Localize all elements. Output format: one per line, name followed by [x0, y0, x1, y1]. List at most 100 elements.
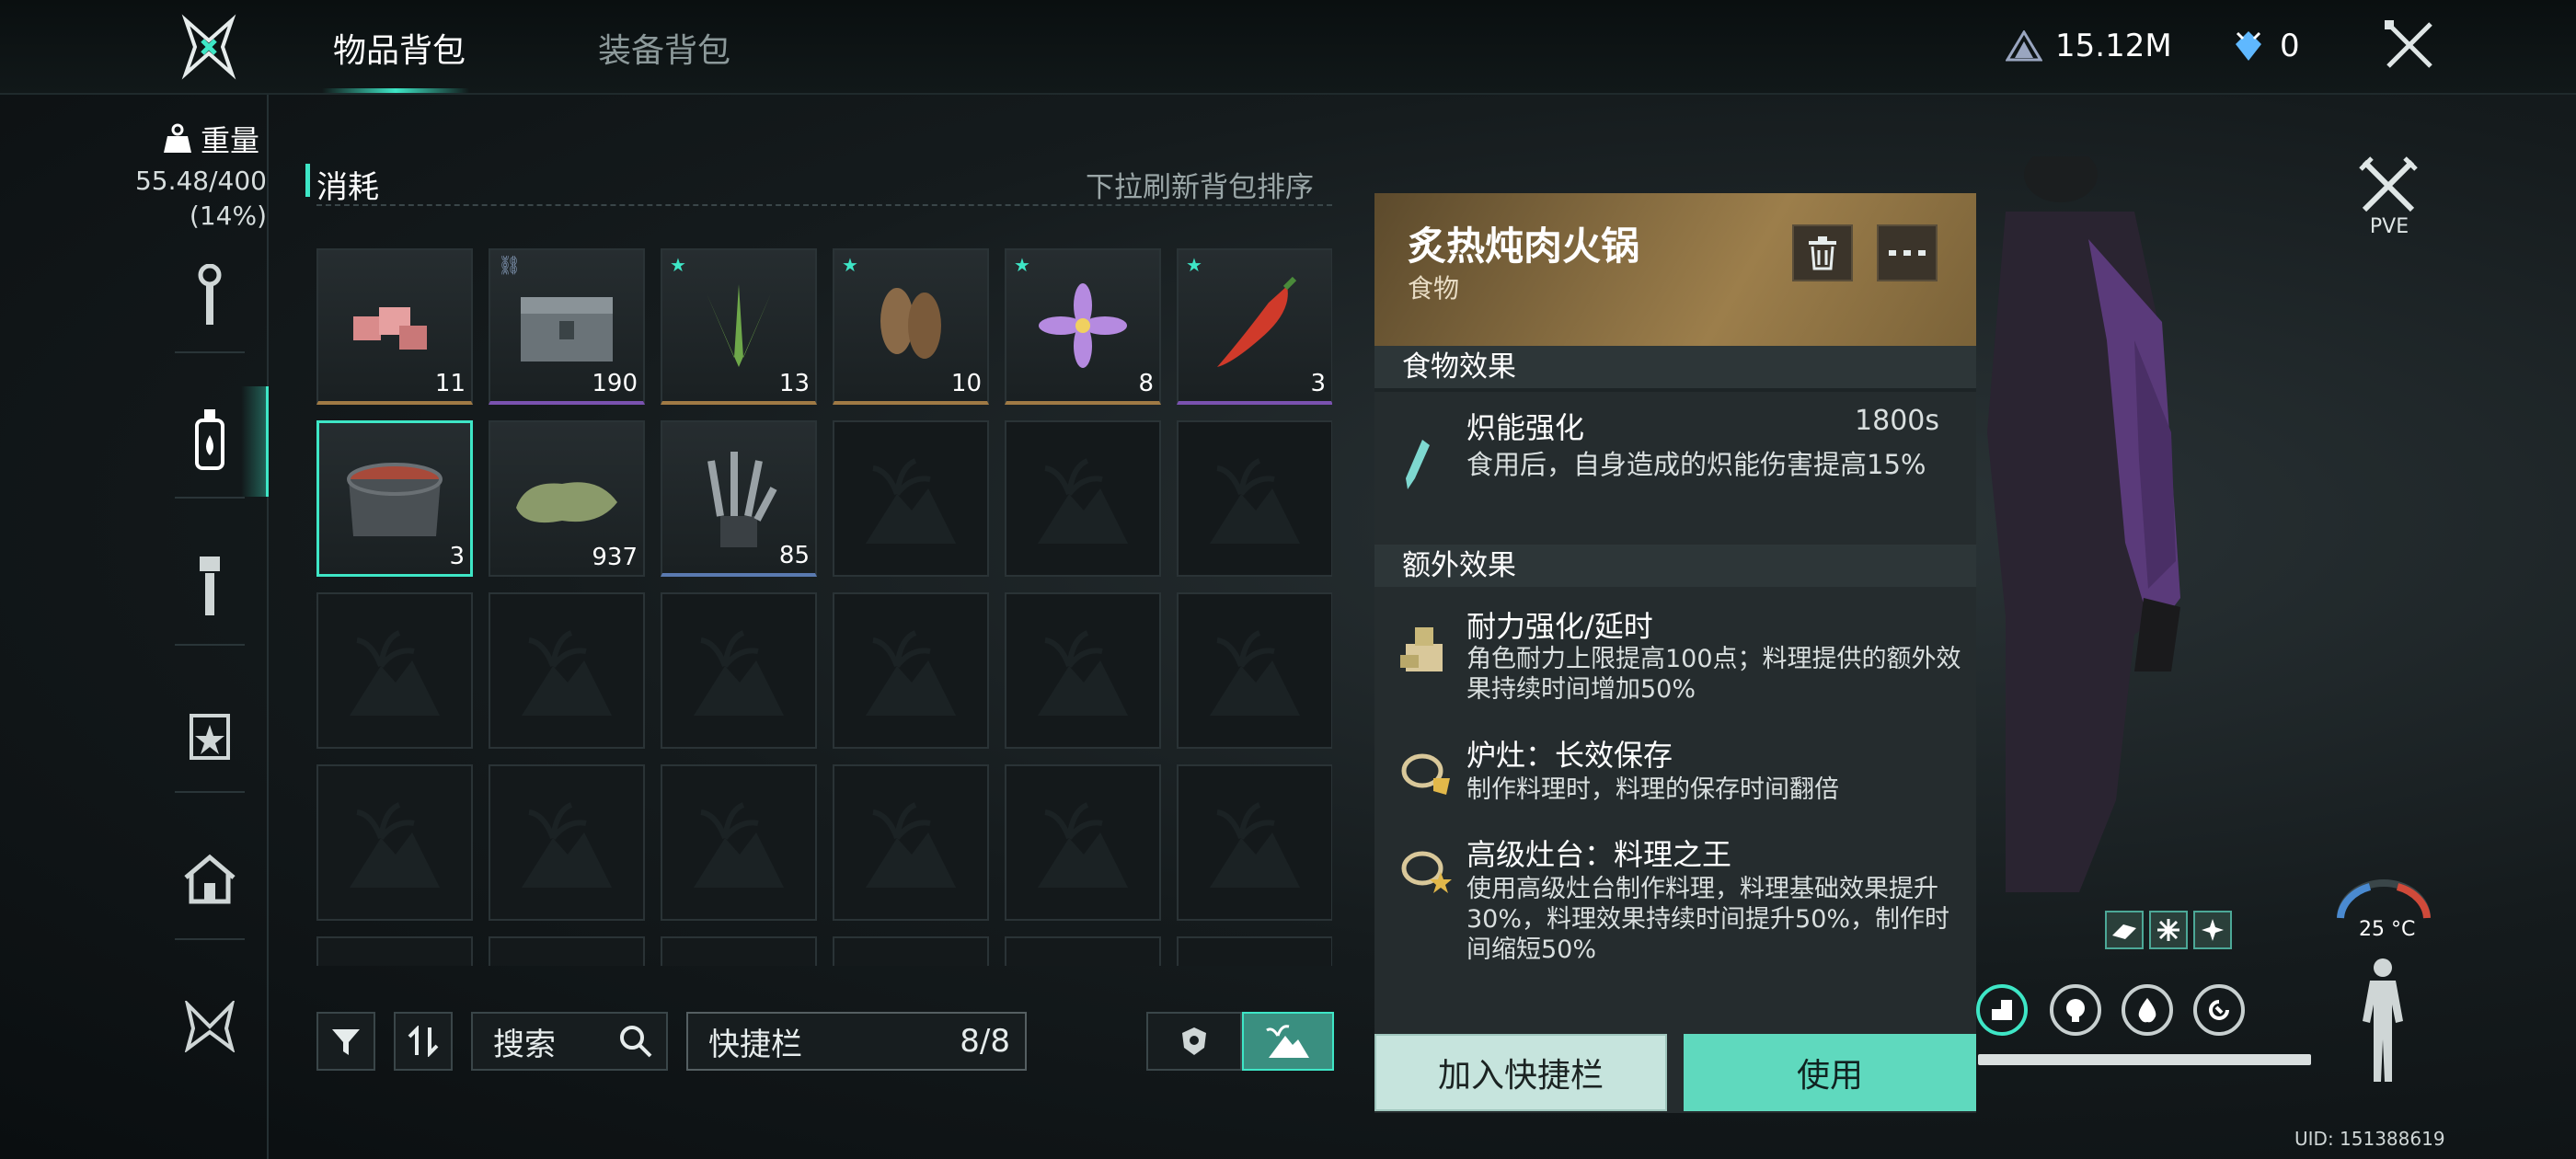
sanity-gauge-icon	[2193, 984, 2245, 1036]
item-count: 3	[1310, 370, 1326, 397]
house-icon[interactable]	[175, 844, 245, 914]
empty-slot[interactable]	[316, 764, 473, 921]
inventory-slot-aloe[interactable]: ★ 13	[661, 248, 817, 405]
island-placeholder-icon	[318, 594, 471, 747]
category-divider	[316, 204, 1332, 206]
island-placeholder-icon	[662, 766, 815, 919]
empty-slot[interactable]	[1177, 420, 1332, 577]
item-detail-panel: 炙热炖肉火锅 食物 食物效果 炽能强化 1800s 食用后，自身造成的炽能伤害提…	[1374, 193, 1976, 1113]
tab-equipment-bag[interactable]: 装备背包	[598, 24, 730, 72]
stove-icon	[1401, 753, 1450, 795]
sidebar-divider	[175, 644, 245, 646]
top-bar: 物品背包 装备背包 15.12M 0	[0, 0, 2576, 95]
island-placeholder-icon	[662, 594, 815, 747]
inventory-slot-flower[interactable]: ★ 8	[1005, 248, 1161, 405]
item-count: 190	[592, 370, 638, 397]
empty-slot[interactable]	[1005, 592, 1161, 749]
butterfly-icon[interactable]	[175, 992, 245, 1061]
item-type: 食物	[1408, 273, 1460, 304]
weight-percent: (14%)	[189, 201, 267, 231]
inventory-slot-moss[interactable]: 937	[489, 420, 645, 577]
sort-button[interactable]	[394, 1012, 453, 1071]
island-icon	[1266, 1025, 1309, 1058]
item-count: 13	[778, 370, 810, 397]
empty-slot[interactable]	[1005, 936, 1161, 966]
filter-button[interactable]	[316, 1012, 375, 1071]
more-options-button[interactable]	[1877, 224, 1938, 281]
empty-slot[interactable]	[316, 936, 473, 966]
delete-button[interactable]	[1792, 224, 1853, 281]
island-placeholder-icon	[1006, 594, 1159, 747]
stamina-food-icon	[1400, 627, 1443, 671]
wrench-icon[interactable]	[175, 261, 245, 331]
close-icon[interactable]	[2383, 18, 2436, 72]
quickbar-selector[interactable]: 快捷栏 8/8	[686, 1012, 1027, 1071]
temperature-gauge-icon	[2337, 879, 2431, 919]
inventory-slot-meat[interactable]: 11	[316, 248, 473, 405]
empty-slot[interactable]	[1177, 936, 1332, 966]
quickbar-label: 快捷栏	[708, 1026, 802, 1063]
inventory-slot-morel[interactable]: ★ 10	[833, 248, 989, 405]
use-button[interactable]: 使用	[1684, 1034, 1976, 1111]
item-count: 11	[434, 370, 466, 397]
item-count: 85	[778, 542, 810, 569]
item-title: 炙热炖肉火锅	[1408, 224, 1640, 269]
empty-slot[interactable]	[661, 764, 817, 921]
sidebar-divider	[175, 351, 245, 353]
empty-slot[interactable]	[833, 764, 989, 921]
empty-slot[interactable]	[489, 592, 645, 749]
tab-item-bag[interactable]: 物品背包	[333, 24, 466, 72]
quickbar-count: 8/8	[960, 1023, 1010, 1060]
inventory-slot-chili[interactable]: ★ 3	[1177, 248, 1332, 405]
sort-icon	[408, 1026, 439, 1057]
island-placeholder-icon	[1179, 422, 1331, 575]
extra-effect-title: 高级灶台：料理之王	[1466, 837, 1732, 872]
inventory-slot-stew-pot[interactable]: 3	[316, 420, 473, 577]
empty-slot[interactable]	[1005, 420, 1161, 577]
favorite-star-icon: ★	[842, 254, 858, 276]
bottle-icon[interactable]	[175, 405, 245, 475]
body-status-icon[interactable]	[2355, 957, 2410, 1084]
inventory-slot-chest[interactable]: ⛓ 190	[489, 248, 645, 405]
empty-slot[interactable]	[489, 936, 645, 966]
search-input[interactable]: 搜索	[471, 1012, 668, 1071]
island-placeholder-icon	[318, 938, 471, 966]
empty-slot[interactable]	[489, 764, 645, 921]
badge-mode-button[interactable]	[1146, 1012, 1242, 1071]
category-title: 消耗	[316, 169, 379, 206]
island-placeholder-icon	[318, 766, 471, 919]
island-placeholder-icon	[1006, 766, 1159, 919]
empty-slot[interactable]	[833, 936, 989, 966]
island-mode-button[interactable]	[1242, 1012, 1334, 1071]
stew-pot-icon	[319, 423, 470, 574]
tool-icon[interactable]	[175, 552, 245, 622]
add-to-quickbar-button[interactable]: 加入快捷栏	[1374, 1034, 1667, 1111]
empty-slot[interactable]	[833, 420, 989, 577]
empty-slot[interactable]	[1177, 764, 1332, 921]
extra-effect-desc: 制作料理时，料理的保存时间翻倍	[1466, 775, 1839, 804]
game-logo-icon[interactable]	[175, 13, 243, 81]
buff-snow-icon	[2149, 911, 2188, 949]
empty-slot[interactable]	[316, 592, 473, 749]
item-count: 3	[449, 543, 465, 570]
pve-swords-icon[interactable]	[2359, 156, 2418, 215]
empty-slot[interactable]	[833, 592, 989, 749]
empty-slot[interactable]	[1005, 764, 1161, 921]
island-placeholder-icon	[834, 766, 987, 919]
empty-slot[interactable]	[1177, 592, 1332, 749]
item-count: 10	[950, 370, 982, 397]
island-placeholder-icon	[834, 594, 987, 747]
calendar-star-icon[interactable]	[175, 699, 245, 769]
hunger-gauge-icon	[2050, 984, 2101, 1036]
empty-slot[interactable]	[661, 592, 817, 749]
category-marker	[305, 164, 310, 197]
search-icon	[620, 1026, 652, 1058]
tab-active-indicator	[322, 88, 469, 93]
refresh-hint: 下拉刷新背包排序	[1086, 171, 1314, 204]
user-id: UID: 151388619	[2294, 1128, 2445, 1150]
item-count: 8	[1138, 370, 1154, 397]
empty-slot[interactable]	[661, 936, 817, 966]
inventory-slot-claw-device[interactable]: 85	[661, 420, 817, 577]
badge-icon	[1182, 1027, 1206, 1055]
island-placeholder-icon	[490, 766, 643, 919]
